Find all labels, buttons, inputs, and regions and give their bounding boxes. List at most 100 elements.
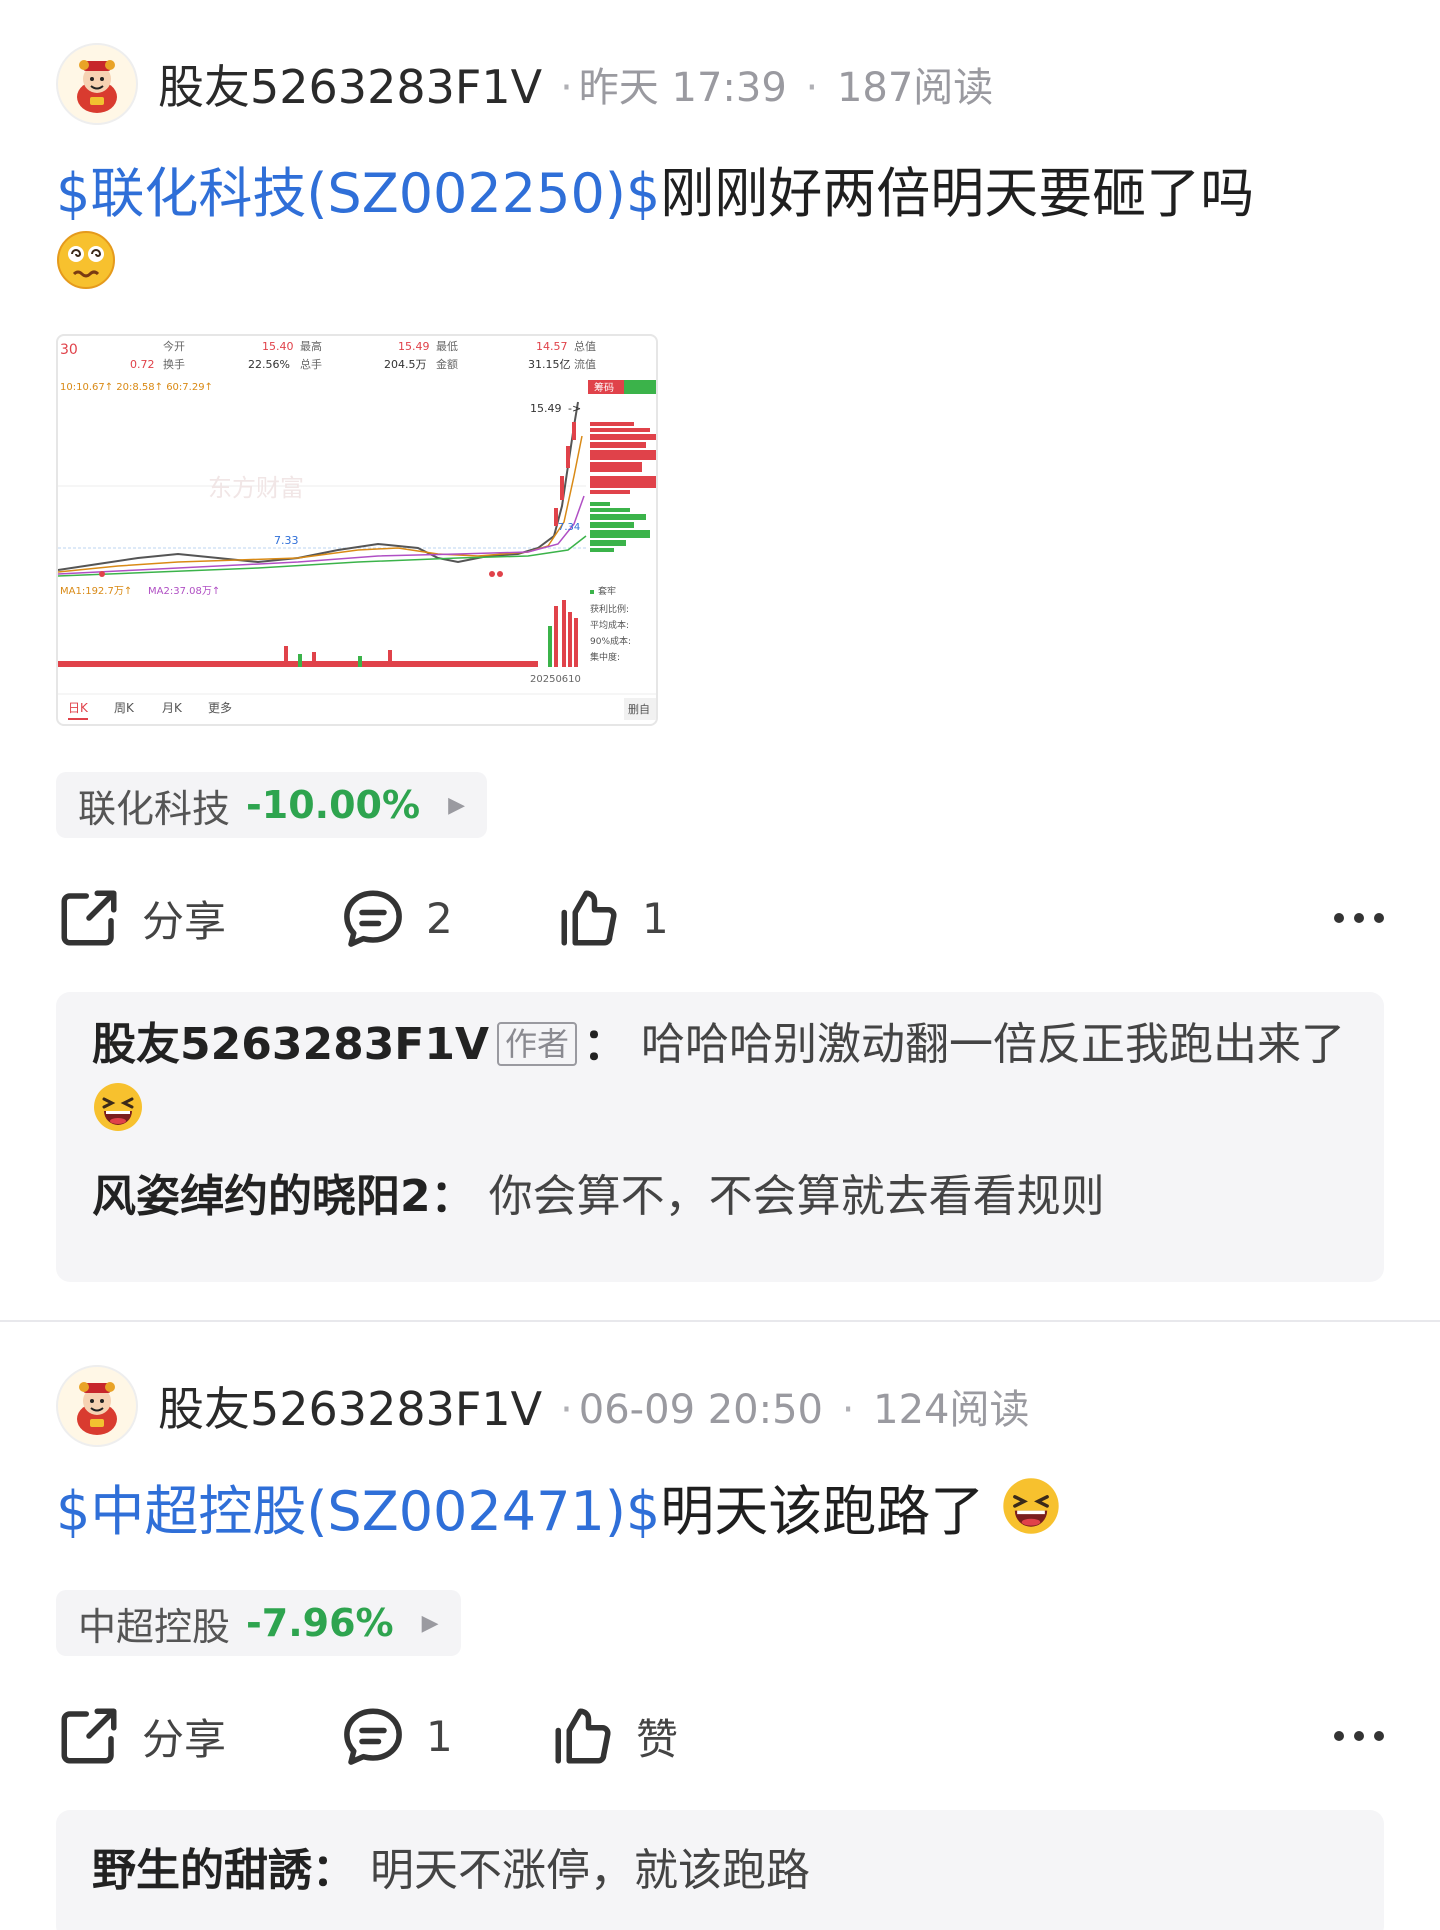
share-icon [61, 890, 117, 946]
svg-text:0.72: 0.72 [130, 358, 155, 371]
post-meta: · 06-09 20:50 · 124阅读 [560, 1387, 1030, 1433]
svg-text:7.34: 7.34 [558, 522, 580, 533]
share-label: 分享 [142, 896, 227, 946]
share-icon [61, 1708, 117, 1764]
ticker-change: -10.00% [246, 783, 421, 827]
comment-button[interactable]: 1 [340, 1698, 453, 1774]
post-meta: · 昨天 17:39 · 187阅读 [560, 65, 994, 111]
like-button[interactable]: 1 [556, 880, 669, 956]
post-actions: 分享 1 赞 [56, 1698, 1386, 1774]
ticker-change: -7.96% [246, 1601, 394, 1645]
post-card: 股友5263283F1V · 昨天 17:39 · 187阅读 $联化科技(SZ0… [0, 0, 1440, 1320]
svg-text:90%成本:: 90%成本: [590, 635, 631, 647]
post-header: 股友5263283F1V · 昨天 17:39 · 187阅读 [56, 42, 993, 126]
post-time: 昨天 17:39 [578, 65, 787, 111]
svg-text:总值: 总值 [574, 339, 596, 353]
comment-author[interactable]: 野生的甜誘 [92, 1845, 312, 1896]
comment-text: 你会算不，不会算就去看看规则 [488, 1171, 1105, 1222]
laughing-face-emoji-icon [92, 1081, 144, 1154]
read-count: 187阅读 [836, 65, 994, 111]
dizzy-face-emoji-icon [56, 230, 116, 308]
comment-icon [344, 890, 402, 947]
thumbs-up-icon [555, 1708, 611, 1764]
svg-text:更多: 更多 [208, 701, 232, 715]
caishen-avatar-icon [77, 1382, 117, 1435]
comment-section: 股友5263283F1V 作者： 哈哈哈别激动翻一倍反正我跑出来了 风姿绰约的晓阳… [56, 992, 1384, 1282]
stock-link[interactable]: $联化科技(SZ002250)$ [56, 162, 660, 225]
avatar[interactable] [56, 43, 138, 125]
post-header: 股友5263283F1V · 06-09 20:50 · 124阅读 [56, 1364, 1030, 1448]
svg-text:日K: 日K [68, 701, 89, 715]
svg-text:周K: 周K [114, 701, 135, 715]
svg-text:总手: 总手 [300, 357, 322, 371]
share-label: 分享 [142, 1714, 227, 1764]
comment-text: 明天不涨停，就该跑路 [370, 1845, 810, 1896]
post-time: 06-09 20:50 [578, 1387, 823, 1433]
caishen-avatar-icon [77, 60, 117, 113]
more-button[interactable] [1332, 1698, 1386, 1774]
username[interactable]: 股友5263283F1V [158, 1373, 542, 1439]
avatar[interactable] [56, 1365, 138, 1447]
post-text: 明天该跑路了 [660, 1480, 985, 1543]
more-dots-icon [1334, 1731, 1384, 1741]
post-actions: 分享 2 1 [56, 880, 1386, 956]
svg-text:MA2:37.08万↑: MA2:37.08万↑ [148, 586, 220, 597]
svg-text:流值: 流值 [574, 357, 596, 371]
comment-count: 1 [426, 1711, 453, 1761]
svg-text:31.15亿: 31.15亿 [528, 358, 571, 371]
comment-button[interactable]: 2 [340, 880, 453, 956]
post-content: $联化科技(SZ002250)$刚刚好两倍明天要砸了吗 [56, 158, 1386, 308]
chart-left-edge: 30 [60, 342, 78, 358]
svg-text:集中度:: 集中度: [590, 651, 620, 663]
svg-text:获利比例:: 获利比例: [590, 603, 629, 615]
svg-text:22.56%: 22.56% [248, 358, 290, 371]
svg-text:->: -> [568, 402, 581, 415]
stock-chart-image[interactable]: 30 今开 15.40 最高 15.49 最低 14.57 总值 0.72 换手… [56, 334, 658, 726]
username[interactable]: 股友5263283F1V [158, 51, 542, 117]
laughing-face-emoji-icon [1001, 1476, 1061, 1554]
comment-count: 2 [426, 893, 453, 943]
comment-author[interactable]: 股友5263283F1V [92, 1019, 489, 1070]
post-content: $中超控股(SZ002471)$明天该跑路了 [56, 1476, 1386, 1554]
share-button[interactable]: 分享 [56, 880, 226, 956]
author-tag: 作者 [497, 1022, 578, 1066]
svg-text:15.49: 15.49 [398, 340, 430, 353]
thumbs-up-icon [561, 890, 617, 946]
svg-text:7.33: 7.33 [274, 534, 299, 547]
stock-ticker-chip[interactable]: 中超控股 -7.96% ▶ [56, 1590, 461, 1656]
svg-text:15.49: 15.49 [530, 402, 562, 415]
comment-icon [344, 1708, 402, 1765]
like-button[interactable]: 赞 [550, 1698, 678, 1774]
comment-section: 野生的甜誘： 明天不涨停，就该跑路 [56, 1810, 1384, 1930]
more-button[interactable] [1332, 880, 1386, 956]
comment-item[interactable]: 野生的甜誘： 明天不涨停，就该跑路 [92, 1836, 1352, 1906]
svg-text:换手: 换手 [163, 357, 185, 371]
svg-text:套牢: 套牢 [598, 585, 616, 597]
like-label: 赞 [636, 1714, 679, 1764]
comment-author[interactable]: 风姿绰约的晓阳2 [92, 1171, 431, 1222]
svg-text:10:10.67↑ 20:8.58↑ 60:7.29↑: 10:10.67↑ 20:8.58↑ 60:7.29↑ [60, 382, 213, 393]
stock-ticker-chip[interactable]: 联化科技 -10.00% ▶ [56, 772, 487, 838]
ticker-name: 联化科技 [78, 786, 231, 831]
share-button[interactable]: 分享 [56, 1698, 226, 1774]
svg-text:东方财富: 东方财富 [208, 474, 304, 502]
comment-text: 哈哈哈别激动翻一倍反正我跑出来了 [641, 1019, 1346, 1070]
svg-text:最高: 最高 [300, 339, 322, 353]
svg-text:204.5万: 204.5万 [384, 358, 427, 371]
svg-text:20250610: 20250610 [530, 674, 581, 685]
post-card: 股友5263283F1V · 06-09 20:50 · 124阅读 $中超控股(… [0, 1322, 1440, 1930]
post-text: 刚刚好两倍明天要砸了吗 [660, 162, 1255, 225]
more-dots-icon [1334, 913, 1384, 923]
comment-item[interactable]: 股友5263283F1V 作者： 哈哈哈别激动翻一倍反正我跑出来了 [92, 1010, 1352, 1154]
svg-text:筹码: 筹码 [594, 381, 614, 394]
play-arrow-icon: ▶ [448, 792, 465, 818]
svg-text:15.40: 15.40 [262, 340, 294, 353]
svg-text:14.57: 14.57 [536, 340, 568, 353]
read-count: 124阅读 [873, 1387, 1030, 1433]
comment-item[interactable]: 风姿绰约的晓阳2： 你会算不，不会算就去看看规则 [92, 1162, 1352, 1232]
play-arrow-icon: ▶ [421, 1610, 439, 1636]
svg-text:最低: 最低 [436, 340, 458, 353]
svg-text:今开: 今开 [163, 339, 185, 353]
svg-text:MA1:192.7万↑: MA1:192.7万↑ [60, 586, 132, 597]
stock-link[interactable]: $中超控股(SZ002471)$ [56, 1480, 660, 1543]
